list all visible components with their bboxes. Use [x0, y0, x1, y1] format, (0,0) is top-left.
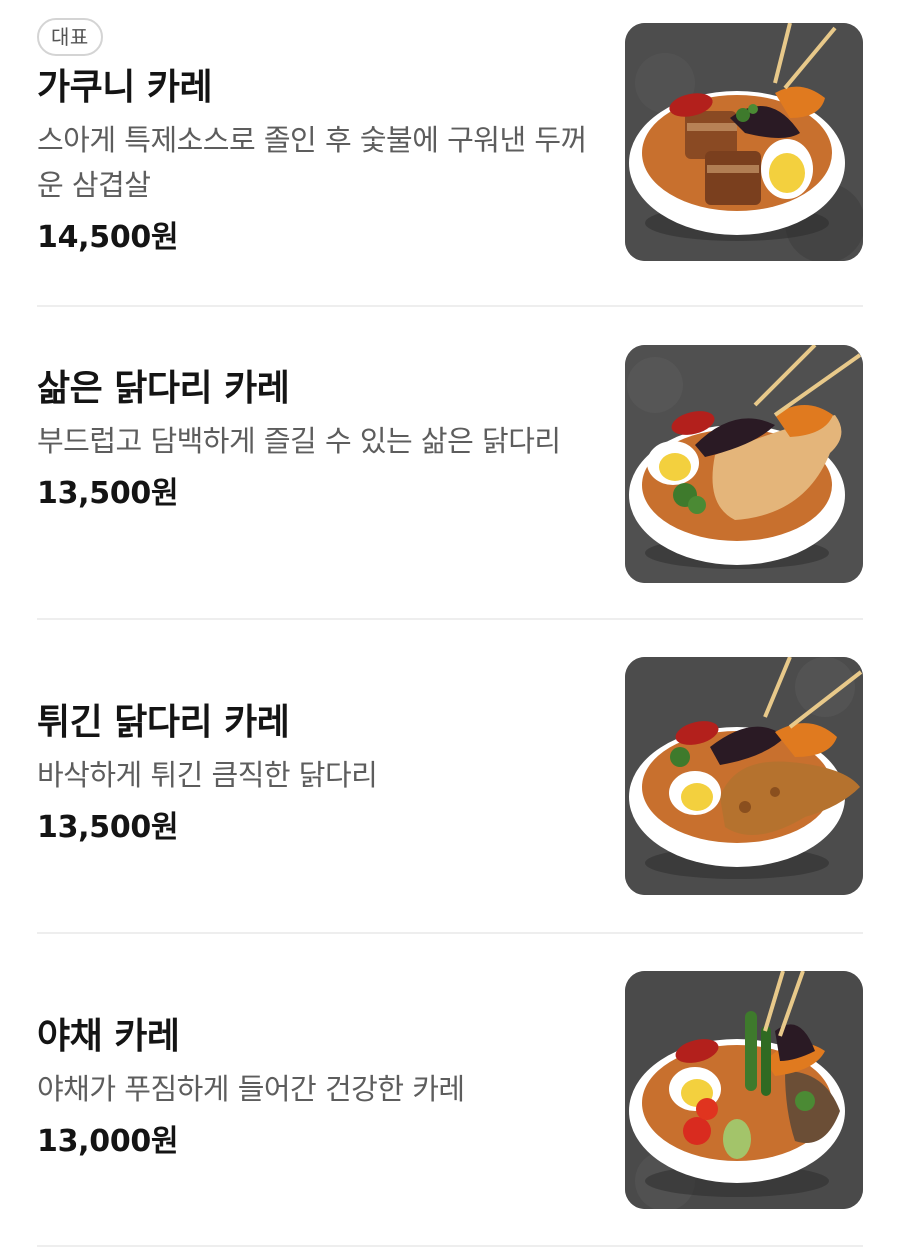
divider	[37, 932, 863, 934]
signature-badge: 대표	[37, 18, 103, 56]
divider	[37, 618, 863, 620]
menu-item-boiled-chicken-leg-curry[interactable]: 삶은 닭다리 카레 부드럽고 담백하게 즐길 수 있는 삶은 닭다리 13,50…	[0, 307, 900, 620]
menu-item-description: 스아게 특제소스로 졸인 후 숯불에 구워낸 두꺼운 삼겹살	[37, 123, 587, 202]
menu-item-price: 13,500원	[37, 810, 179, 845]
menu-item-name: 가쿠니 카레	[37, 67, 213, 108]
menu-item-price: 13,000원	[37, 1124, 179, 1159]
menu-item-price: 14,500원	[37, 220, 179, 255]
menu-item-name: 야채 카레	[37, 1016, 180, 1057]
menu-item-photo[interactable]	[625, 971, 863, 1209]
menu-item-name: 삶은 닭다리 카레	[37, 368, 290, 409]
menu-item-name: 튀긴 닭다리 카레	[37, 702, 290, 743]
menu-item-description: 야채가 푸짐하게 들어간 건강한 카레	[37, 1072, 465, 1106]
menu-item-description: 부드럽고 담백하게 즐길 수 있는 삶은 닭다리	[37, 424, 561, 458]
menu-item-photo[interactable]	[625, 23, 863, 261]
menu-item-price: 13,500원	[37, 476, 179, 511]
menu-item-fried-chicken-leg-curry[interactable]: 튀긴 닭다리 카레 바삭하게 튀긴 큼직한 닭다리 13,500원	[0, 621, 900, 934]
menu-item-photo[interactable]	[625, 657, 863, 895]
menu-item-photo[interactable]	[625, 345, 863, 583]
menu-item-gakuni-curry[interactable]: 대표 가쿠니 카레 스아게 특제소스로 졸인 후 숯불에 구워낸 두꺼운 삼겹살…	[0, 0, 900, 307]
menu-item-description: 바삭하게 튀긴 큼직한 닭다리	[37, 758, 378, 792]
menu-item-vegetable-curry[interactable]: 야채 카레 야채가 푸짐하게 들어간 건강한 카레 13,000원	[0, 935, 900, 1247]
